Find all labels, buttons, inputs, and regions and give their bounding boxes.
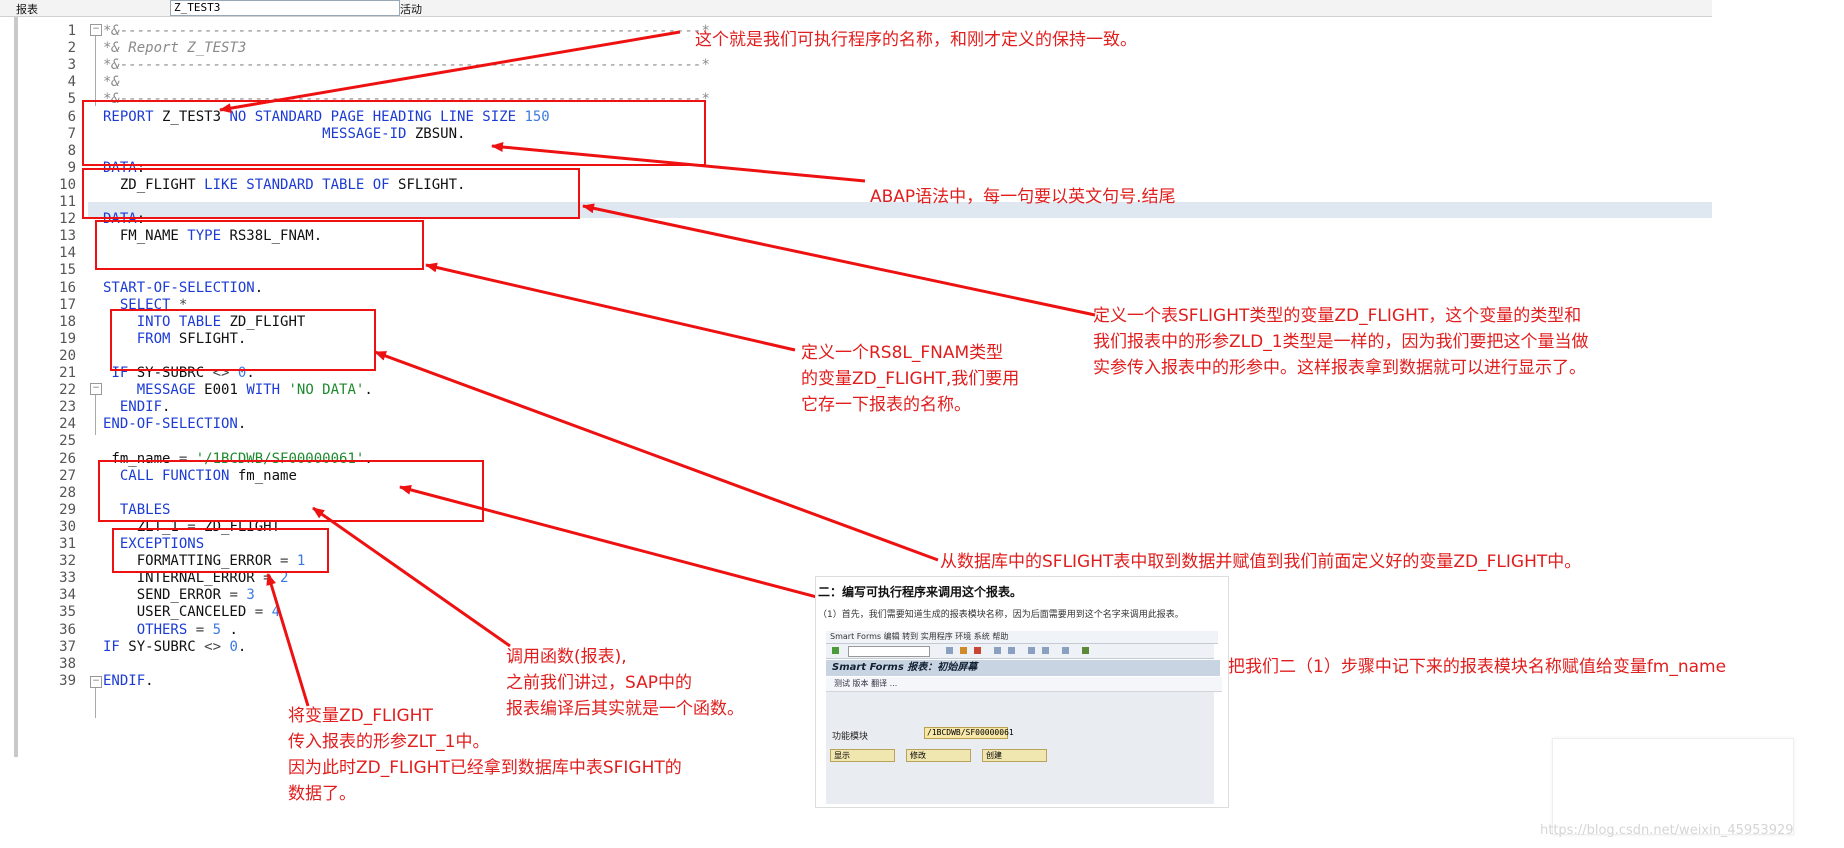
toolbar-icon[interactable] [946,647,953,654]
note-period-ending: ABAP语法中，每一句要以英文句号.结尾 [870,187,1176,207]
note-pass-table-param: 将变量ZD_FLIGHT 传入报表的形参ZLT_1中。 因为此时ZD_FLIGH… [288,706,682,804]
function-module-field[interactable]: /1BCDWB/SF00000061 [924,727,1014,739]
display-button[interactable]: 显示 [830,749,895,762]
note-assign-fm-name: 把我们二（1）步骤中记下来的报表模块名称赋值给变量fm_name [1228,657,1727,677]
note-fm-name-definition: 定义一个RS8L_FNAM类型 的变量ZD_FLIGHT,我们要用 它存一下报表… [801,343,1020,415]
toolbar-icon[interactable] [974,647,981,654]
screenshot-heading: 二：编写可执行程序来调用这个报表。 [818,585,1023,599]
embedded-sap-screenshot: 二：编写可执行程序来调用这个报表。 （1）首先，我们需要知道生成的报表模块名称，… [815,576,1229,808]
change-button[interactable]: 修改 [906,749,971,762]
note-select-sflight: 从数据库中的SFLIGHT表中取到数据并赋值到我们前面定义好的变量ZD_FLIG… [940,552,1582,572]
note-zd-flight-definition: 定义一个表SFLIGHT类型的变量ZD_FLIGHT，这个变量的类型和 我们报表… [1093,306,1589,378]
screenshot-description: （1）首先，我们需要知道生成的报表模块名称，因为后面需要用到这个名字来调用此报表… [818,610,1184,620]
arrow-note1 [219,30,681,114]
arrow-note3 [582,203,1096,317]
blank-card [1552,738,1794,835]
toolbar-icon[interactable] [1042,647,1049,654]
watermark-url: https://blog.csdn.net/weixin_45953929 [1540,823,1794,838]
sap-application-toolbar[interactable]: 测试 版本 翻译 ... [826,677,1222,692]
arrow-note8 [266,573,310,707]
checkmark-icon[interactable] [832,647,839,654]
arrow-note2 [491,142,866,183]
toolbar-icon[interactable] [1028,647,1035,654]
sap-menu-bar[interactable]: Smart Forms 编辑 转到 实用程序 环境 系统 帮助 [826,631,1218,644]
toolbar-icon[interactable] [960,647,967,654]
arrow-note7 [312,506,511,648]
print-icon[interactable] [994,647,1001,654]
create-button[interactable]: 创建 [982,749,1047,762]
find-icon[interactable] [1008,647,1015,654]
toolbar-icon[interactable] [1062,647,1069,654]
sap-toolbar [826,644,1214,659]
help-icon[interactable] [1082,647,1089,654]
note-program-name: 这个就是我们可执行程序的名称，和刚才定义的保持一致。 [695,30,1137,50]
arrow-note4 [425,262,796,352]
command-field[interactable] [848,646,930,657]
function-module-label: 功能模块 [832,732,869,742]
sap-screen-body [826,692,1214,804]
sap-screen-title: Smart Forms 报表：初始屏幕 [826,660,1220,676]
